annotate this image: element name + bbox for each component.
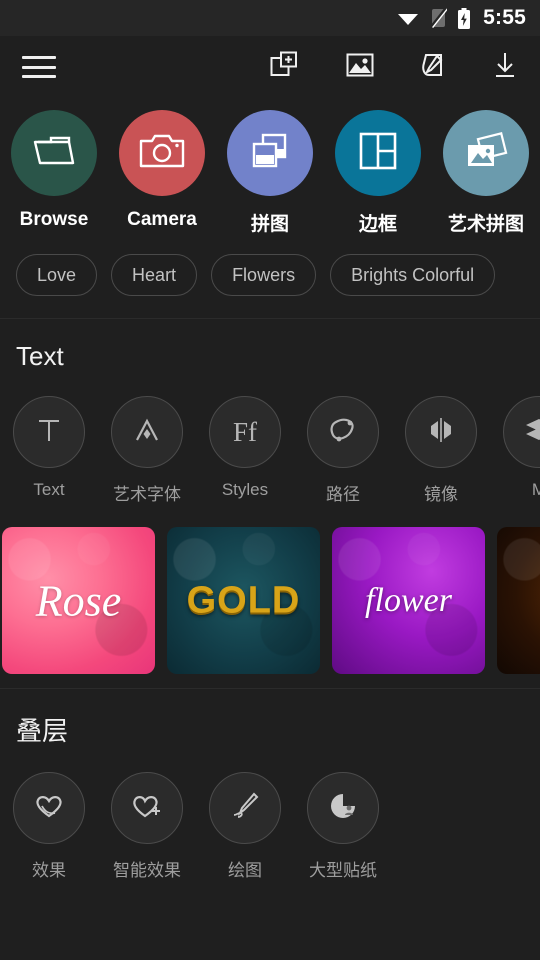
battery-charging-icon (457, 7, 471, 29)
tool-effects[interactable]: 效果 (0, 772, 98, 881)
category-collage[interactable]: 拼图 (216, 110, 324, 236)
tool-mirror[interactable]: 镜像 (392, 396, 490, 505)
category-row: Browse Camera 拼图 边框 艺术拼图 (0, 98, 540, 236)
download-button[interactable] (492, 51, 518, 84)
tool-draw[interactable]: 绘图 (196, 772, 294, 881)
tool-smart-effects[interactable]: 智能效果 (98, 772, 196, 881)
tool-styles-label: Styles (221, 480, 269, 499)
gallery-button[interactable] (346, 51, 374, 84)
tool-big-sticker-circle (307, 772, 379, 844)
tool-draw-label: 绘图 (228, 861, 262, 880)
category-frame[interactable]: 边框 (324, 110, 432, 236)
tool-mirror-circle (405, 396, 477, 468)
tool-mirror-label: 镜像 (424, 485, 458, 504)
sim-off-icon (430, 8, 448, 28)
font-styles-icon: Ff (232, 416, 257, 447)
category-art-collage[interactable]: 艺术拼图 (432, 110, 540, 236)
text-path-icon (327, 415, 359, 450)
tool-path[interactable]: 路径 (294, 396, 392, 505)
thumbnail-rose[interactable]: Rose (2, 527, 155, 674)
edit-tag-icon (420, 51, 446, 84)
art-font-icon (132, 416, 162, 449)
brush-icon (230, 791, 260, 826)
tool-text-circle (13, 396, 85, 468)
tool-smart-effects-label: 智能效果 (113, 861, 181, 880)
category-art-collage-circle (443, 110, 529, 196)
wifi-icon (396, 9, 420, 27)
hamburger-menu-button[interactable] (22, 56, 56, 78)
sticker-badge-icon (329, 792, 357, 825)
overlay-tool-row: 效果 智能效果 绘图 大型贴纸 (0, 748, 540, 881)
tool-text-label: Text (33, 480, 65, 499)
category-frame-label: 边框 (358, 214, 397, 235)
tool-layers[interactable]: M (490, 396, 540, 500)
category-browse-circle (11, 110, 97, 196)
toolbar-actions (270, 51, 518, 84)
edit-tag-button[interactable] (420, 51, 446, 84)
thumbnail-flower-label: flower (365, 581, 452, 619)
thumbnail-gold[interactable]: GOLD (167, 527, 320, 674)
category-camera[interactable]: Camera (108, 110, 216, 231)
tool-layers-circle (503, 396, 540, 468)
frame-grid-icon (358, 131, 398, 176)
heart-outline-icon (33, 792, 65, 825)
letter-t-icon (36, 416, 62, 449)
chip-heart[interactable]: Heart (111, 254, 198, 296)
thumbnail-flower[interactable]: flower (332, 527, 485, 674)
category-camera-label: Camera (127, 209, 197, 230)
category-collage-circle (227, 110, 313, 196)
category-frame-circle (335, 110, 421, 196)
status-bar-clock: 5:55 (483, 6, 526, 29)
add-collage-icon (270, 51, 300, 84)
category-browse[interactable]: Browse (0, 110, 108, 231)
chip-love[interactable]: Love (16, 254, 98, 296)
tool-art-font[interactable]: 艺术字体 (98, 396, 196, 505)
text-preset-thumbnail-row: Rose GOLD flower (0, 505, 540, 674)
add-collage-button[interactable] (270, 51, 300, 84)
category-camera-circle (119, 110, 205, 196)
tool-art-font-circle (111, 396, 183, 468)
overlay-section-title: 叠层 (16, 716, 69, 746)
folder-icon (31, 131, 77, 176)
tool-art-font-label: 艺术字体 (113, 485, 181, 504)
category-art-collage-label: 艺术拼图 (447, 214, 524, 235)
thumbnail-gold-label: GOLD (186, 579, 301, 621)
chip-flowers[interactable]: Flowers (211, 254, 317, 296)
art-collage-icon (464, 131, 508, 176)
category-collage-label: 拼图 (250, 214, 289, 235)
status-bar: 5:55 (0, 0, 540, 36)
chip-brights-colorful[interactable]: Brights Colorful (330, 254, 496, 296)
category-browse-label: Browse (19, 209, 89, 230)
tool-effects-circle (13, 772, 85, 844)
thumbnail-rose-label: Rose (35, 576, 122, 625)
section-gap (0, 674, 540, 688)
camera-icon (139, 132, 185, 175)
tool-effects-label: 效果 (32, 861, 66, 880)
tool-big-sticker-label: 大型贴纸 (309, 861, 377, 880)
gallery-icon (346, 51, 374, 84)
tool-styles-circle: Ff (209, 396, 281, 468)
thumbnail-fire-texture (497, 527, 540, 674)
tag-chip-row: Love Heart Flowers Brights Colorful (0, 236, 540, 318)
thumbnail-fire[interactable] (497, 527, 540, 674)
layers-icon (524, 417, 540, 448)
tool-styles[interactable]: Ff Styles (196, 396, 294, 500)
tool-big-sticker[interactable]: 大型贴纸 (294, 772, 392, 881)
tool-text[interactable]: Text (0, 396, 98, 500)
download-icon (492, 51, 518, 84)
tool-layers-label: M (531, 480, 540, 499)
app-toolbar (0, 36, 540, 98)
tool-draw-circle (209, 772, 281, 844)
tool-smart-effects-circle (111, 772, 183, 844)
tool-path-circle (307, 396, 379, 468)
heart-sparkle-icon (130, 792, 164, 825)
tool-path-label: 路径 (326, 485, 360, 504)
hamburger-menu-icon (22, 56, 56, 78)
text-tool-row: Text 艺术字体 Ff Styles 路径 镜像 M (0, 372, 540, 505)
collage-icon (249, 131, 291, 176)
mirror-icon (425, 416, 457, 449)
text-section-title: Text (16, 341, 64, 371)
